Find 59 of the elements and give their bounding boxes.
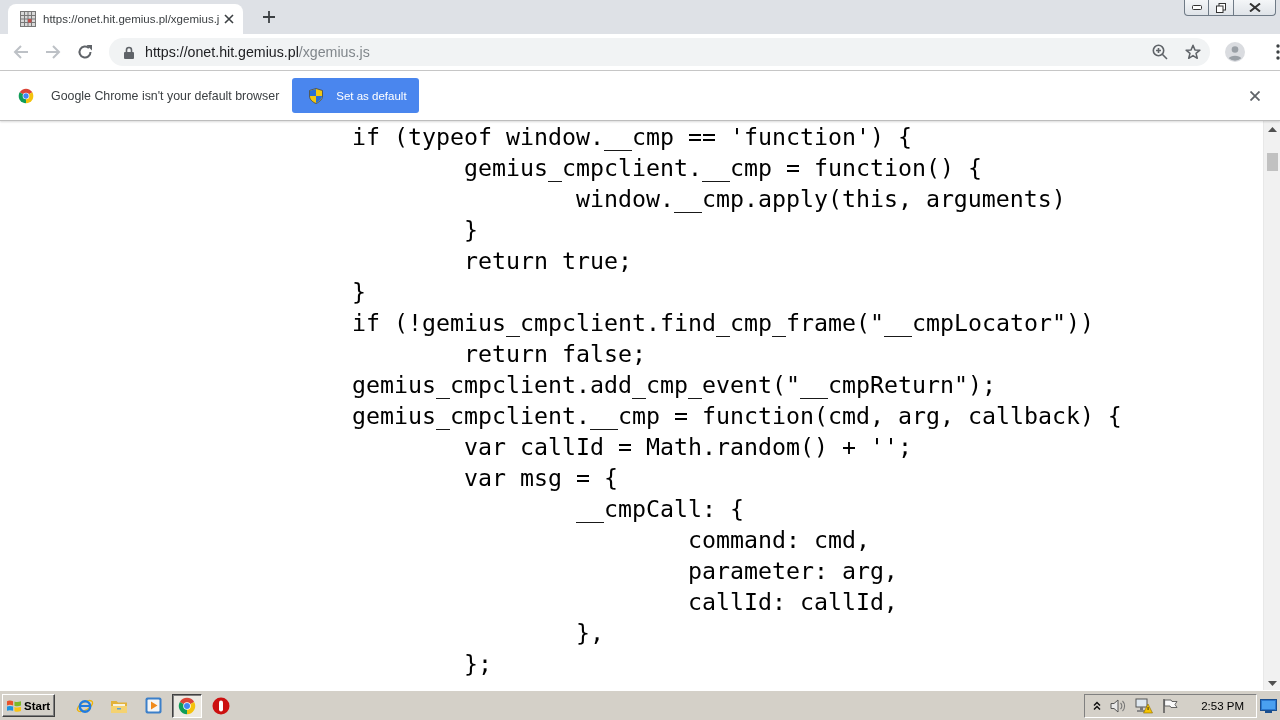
scroll-up-icon[interactable] <box>1267 127 1277 132</box>
windows-flag-icon <box>6 698 22 713</box>
forward-arrow-icon <box>45 44 61 60</box>
restore-icon <box>1216 2 1226 13</box>
circle-bar-icon <box>212 696 230 715</box>
zoom-in-icon[interactable] <box>1152 44 1168 60</box>
close-button[interactable] <box>1234 0 1276 16</box>
infobar-message: Google Chrome isn't your default browser <box>51 88 280 103</box>
clock-text[interactable]: 2:53 PM <box>1201 699 1244 712</box>
url-text: https://onet.hit.gemius.pl/xgemius.js <box>145 44 370 60</box>
chrome-logo-icon <box>18 87 34 104</box>
code-line: var callId = Math.random() + ''; <box>463 432 912 462</box>
browser-tab[interactable]: https://onet.hit.gemius.pl/xgemius.j <box>8 4 243 34</box>
scrollbar[interactable] <box>1263 121 1280 690</box>
star-icon[interactable] <box>1185 44 1201 60</box>
code-line: gemius_cmpclient.__cmp = function(cmd, arg, callback) { <box>352 401 1122 431</box>
close-icon <box>1248 3 1261 12</box>
code-line: return true; <box>463 246 632 276</box>
scrollbar-thumb[interactable] <box>1266 153 1278 171</box>
start-button[interactable]: Start <box>2 694 55 717</box>
close-icon[interactable] <box>1250 90 1260 101</box>
menu-icon[interactable] <box>1276 44 1280 60</box>
back-arrow-icon <box>13 44 29 60</box>
minimize-button[interactable] <box>1184 0 1209 16</box>
flag-icon[interactable] <box>1162 697 1179 714</box>
shield-icon <box>309 87 324 104</box>
monitor-icon <box>1259 698 1277 713</box>
set-default-button[interactable]: Set as default <box>292 78 420 113</box>
network-warning-icon[interactable] <box>1135 697 1154 714</box>
chrome-logo-icon <box>178 696 196 715</box>
chevron-up-icon[interactable] <box>1093 700 1102 711</box>
taskbar-button[interactable] <box>172 693 202 718</box>
lock-icon <box>124 45 134 59</box>
code-line: } <box>463 215 478 245</box>
code-line: gemius_cmpclient.add_cmp_event("__cmpReturn"); <box>352 370 996 400</box>
code-line: }, <box>575 618 604 648</box>
speaker-icon[interactable] <box>1110 697 1127 714</box>
code-line: if (typeof window.__cmp == 'function') { <box>352 122 912 152</box>
restore-button[interactable] <box>1209 0 1234 16</box>
code-line: var msg = { <box>463 463 618 493</box>
address-bar[interactable]: https://onet.hit.gemius.pl/xgemius.js <box>109 38 1210 66</box>
avatar-icon[interactable] <box>1225 42 1245 62</box>
code-line: }; <box>463 649 492 679</box>
grid-favicon-icon <box>20 11 36 27</box>
play-icon <box>144 697 162 714</box>
code-line: callId: callId, <box>687 587 898 617</box>
close-icon[interactable] <box>224 14 234 24</box>
plus-icon[interactable] <box>263 11 275 23</box>
code-line: command: cmd, <box>687 525 870 555</box>
code-line: gemius_cmpclient.__cmp = function() { <box>463 153 982 183</box>
code-line: __cmpCall: { <box>575 494 744 524</box>
reload-icon <box>77 44 93 60</box>
code-line: window.__cmp.apply(this, arguments) <box>575 184 1066 214</box>
scroll-down-icon[interactable] <box>1267 681 1277 686</box>
code-line: if (!gemius_cmpclient.find_cmp_frame("__cmpLocator")) <box>352 308 1094 338</box>
code-line: } <box>352 277 366 307</box>
code-line: parameter: arg, <box>687 556 898 586</box>
minimize-icon <box>1191 5 1202 10</box>
code-line: return false; <box>463 339 646 369</box>
